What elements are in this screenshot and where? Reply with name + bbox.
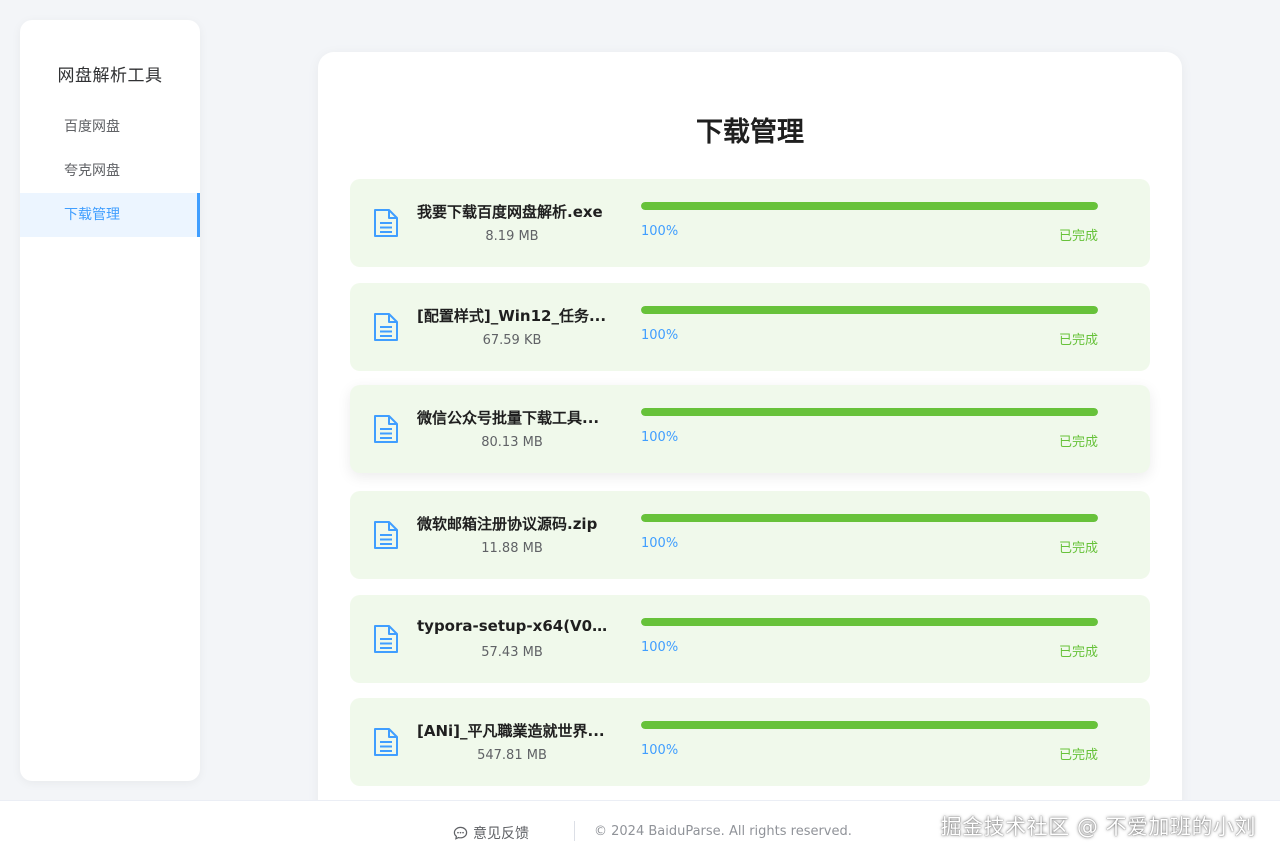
app-title: 网盘解析工具 — [57, 66, 163, 86]
file-size: 57.43 MB — [481, 645, 543, 660]
progress-bar — [641, 202, 1098, 210]
progress-percent: 100% — [641, 328, 679, 343]
status-label: 已完成 — [1058, 748, 1098, 763]
download-item[interactable]: typora-setup-x64(V0.9.9... 57.43 MB 100% 已完… — [350, 595, 1150, 683]
progress-bar — [641, 408, 1098, 416]
document-icon — [374, 521, 398, 549]
file-name: 我要下载百度网盘解析.exe — [417, 203, 603, 221]
file-name: typora-setup-x64(V0.9.9... — [417, 617, 612, 635]
footer-divider — [574, 821, 575, 841]
download-item[interactable]: 微软邮箱注册协议源码.zip 11.88 MB 100% 已完成 — [350, 491, 1150, 579]
file-size: 80.13 MB — [481, 435, 543, 450]
footer: 意见反馈 © 2024 BaiduParse. All rights reser… — [0, 800, 1280, 861]
document-icon — [374, 625, 398, 653]
document-icon — [374, 415, 398, 443]
file-name: 微信公众号批量下载工具... — [417, 409, 600, 427]
file-size: 11.88 MB — [481, 541, 543, 556]
file-size: 67.59 KB — [482, 333, 542, 348]
progress-bar — [641, 721, 1098, 729]
document-icon — [374, 313, 398, 341]
progress-percent: 100% — [641, 430, 679, 445]
download-item[interactable]: 我要下载百度网盘解析.exe 8.19 MB 100% 已完成 — [350, 179, 1150, 267]
download-manager-panel: 下载管理 我要下载百度网盘解析.exe 8.19 MB 100% 已完成 [配置样式]_… — [318, 52, 1182, 832]
progress-fill — [641, 618, 1098, 626]
feedback-label: 意见反馈 — [473, 826, 529, 842]
feedback-link[interactable]: 意见反馈 — [453, 823, 529, 843]
status-label: 已完成 — [1058, 541, 1098, 556]
progress-bar — [641, 514, 1098, 522]
download-item[interactable]: [配置样式]_Win12_任务... 67.59 KB 100% 已完成 — [350, 283, 1150, 371]
sidebar-menu: 百度网盘 夸克网盘 下载管理 — [20, 105, 200, 237]
progress-percent: 100% — [641, 224, 679, 239]
status-label: 已完成 — [1058, 645, 1098, 660]
file-size: 547.81 MB — [477, 748, 547, 763]
sidebar-item-quark-pan[interactable]: 夸克网盘 — [20, 149, 200, 193]
document-icon — [374, 209, 398, 237]
download-item[interactable]: [ANi]_平凡職業造就世界... 547.81 MB 100% 已完成 — [350, 698, 1150, 786]
file-name: [ANi]_平凡職業造就世界... — [417, 722, 605, 740]
progress-fill — [641, 306, 1098, 314]
sidebar-item-baidu-pan[interactable]: 百度网盘 — [20, 105, 200, 149]
progress-percent: 100% — [641, 640, 679, 655]
chat-bubble-icon — [453, 826, 468, 840]
file-size: 8.19 MB — [485, 229, 539, 244]
sidebar: 网盘解析工具 百度网盘 夸克网盘 下载管理 — [20, 20, 200, 781]
watermark-text: 掘金技术社区 @ 不爱加班的小刘 — [940, 815, 1256, 839]
progress-fill — [641, 408, 1098, 416]
file-name: [配置样式]_Win12_任务... — [417, 307, 607, 325]
document-icon — [374, 728, 398, 756]
progress-percent: 100% — [641, 536, 679, 551]
copyright-text: © 2024 BaiduParse. All rights reserved. — [594, 824, 852, 839]
status-label: 已完成 — [1058, 435, 1098, 450]
progress-percent: 100% — [641, 743, 679, 758]
status-label: 已完成 — [1058, 229, 1098, 244]
progress-fill — [641, 514, 1098, 522]
sidebar-item-download-manager[interactable]: 下载管理 — [20, 193, 200, 237]
file-name: 微软邮箱注册协议源码.zip — [417, 515, 598, 533]
status-label: 已完成 — [1058, 333, 1098, 348]
progress-fill — [641, 202, 1098, 210]
download-item[interactable]: 微信公众号批量下载工具... 80.13 MB 100% 已完成 — [350, 385, 1150, 473]
progress-bar — [641, 306, 1098, 314]
progress-fill — [641, 721, 1098, 729]
progress-bar — [641, 618, 1098, 626]
page-title: 下载管理 — [696, 117, 804, 148]
